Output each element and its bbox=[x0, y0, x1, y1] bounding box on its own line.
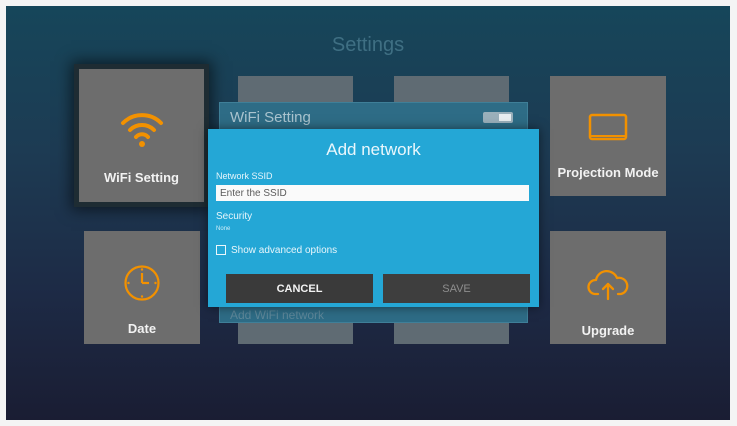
tile-label: Projection Mode bbox=[557, 165, 659, 180]
add-network-dialog: Add network Network SSID Security None S… bbox=[208, 129, 539, 307]
clock-icon bbox=[122, 263, 162, 308]
ssid-input[interactable] bbox=[216, 185, 529, 201]
wifi-icon bbox=[120, 109, 164, 154]
settings-screen: Settings WiFi Setting Projection Mode Da… bbox=[6, 6, 730, 420]
page-title: Settings bbox=[331, 34, 405, 56]
advanced-options-checkbox[interactable] bbox=[216, 245, 226, 255]
advanced-options-label: Show advanced options bbox=[231, 244, 338, 256]
save-button[interactable]: SAVE bbox=[383, 274, 530, 303]
cloud-upload-icon bbox=[587, 267, 629, 306]
security-select[interactable]: None bbox=[216, 226, 230, 232]
panel-title: WiFi Setting bbox=[230, 109, 311, 126]
ssid-label: Network SSID bbox=[216, 171, 273, 181]
dialog-title: Add network bbox=[326, 140, 421, 159]
tile-label: Upgrade bbox=[581, 323, 635, 338]
tile-upgrade[interactable]: Upgrade bbox=[550, 231, 666, 344]
show-advanced-options[interactable]: Show advanced options bbox=[216, 244, 337, 256]
tile-label: WiFi Setting bbox=[104, 170, 179, 185]
cancel-button[interactable]: CANCEL bbox=[226, 274, 373, 303]
tile-projection-mode[interactable]: Projection Mode bbox=[550, 76, 666, 196]
tile-wifi-setting[interactable]: WiFi Setting bbox=[79, 69, 204, 202]
add-wifi-network-item[interactable]: Add WiFi network bbox=[230, 308, 324, 322]
wifi-toggle[interactable] bbox=[483, 112, 513, 123]
monitor-icon bbox=[588, 113, 628, 148]
tile-label: Date bbox=[127, 321, 157, 336]
tile-date[interactable]: Date bbox=[84, 231, 200, 344]
security-label: Security bbox=[216, 211, 253, 222]
